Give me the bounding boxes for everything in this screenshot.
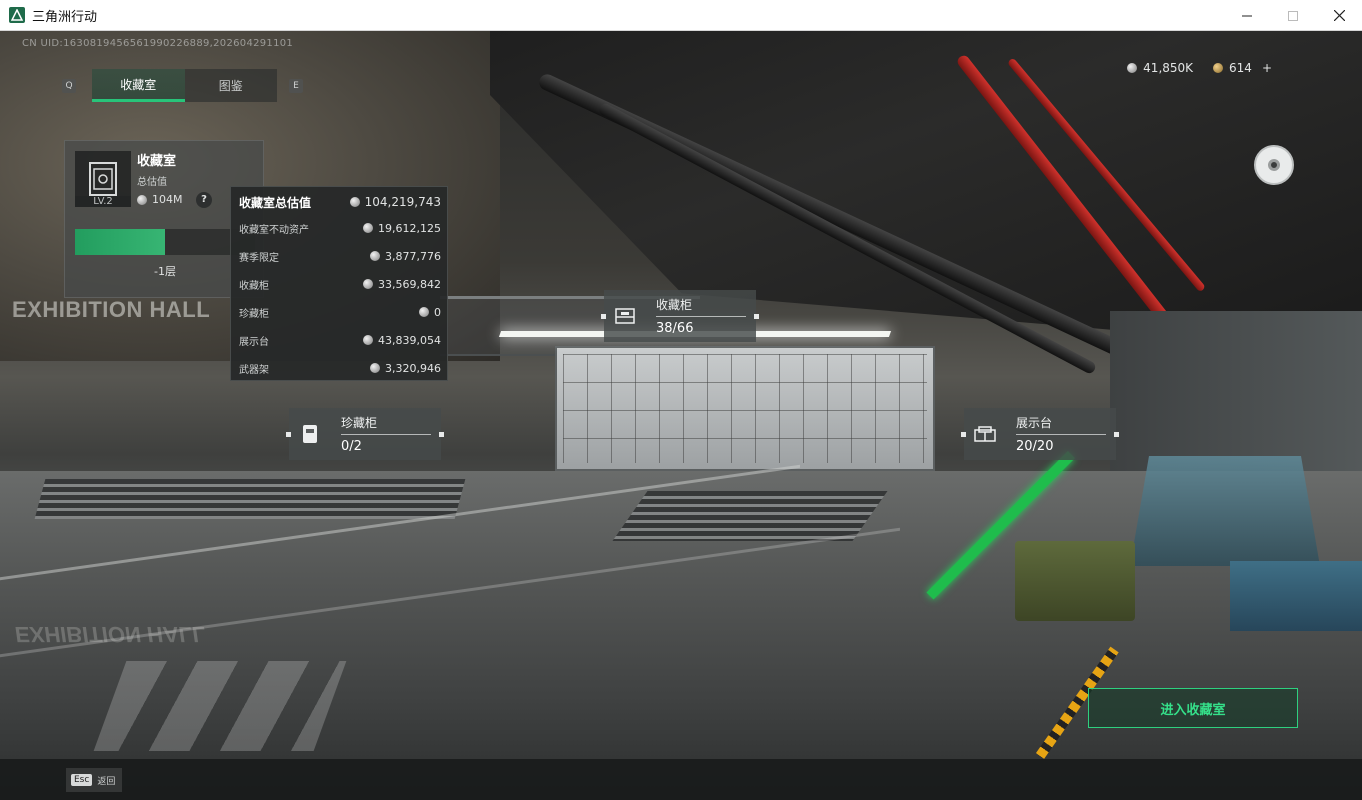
display-stand-icon (964, 408, 1006, 460)
vault-icon (89, 162, 117, 196)
breakdown-row: 收藏室不动资产 19,612,125 (231, 214, 449, 242)
floor-stairs (34, 479, 466, 519)
breakdown-row-label: 武器架 (239, 364, 269, 376)
back-label: 返回 (97, 776, 116, 787)
main-tabs: 收藏室 图鉴 (92, 69, 277, 102)
breakdown-row-label: 展示台 (239, 336, 269, 348)
minimize-icon (1242, 15, 1252, 16)
collection-title: 收藏室 (137, 154, 177, 169)
tag-anchor-dot (286, 432, 291, 437)
cabinet-tag[interactable]: 收藏柜 38/66 (601, 290, 759, 342)
breakdown-row-value: 43,839,054 (378, 333, 441, 347)
total-value-amount: 104M (152, 193, 183, 206)
disc-icon (1268, 159, 1280, 171)
breakdown-header: 收藏室总估值 104,219,743 (231, 188, 449, 216)
tag-count: 0/2 (341, 439, 362, 454)
maximize-icon (1288, 10, 1298, 21)
window-title: 三角洲行动 (32, 9, 98, 25)
prev-tab-key-hint[interactable]: Q (62, 79, 76, 93)
silver-coin-icon (137, 194, 147, 205)
add-currency-button[interactable]: + (1262, 61, 1272, 75)
total-value-label: 总估值 (137, 177, 167, 188)
breakdown-row-label: 收藏柜 (239, 280, 269, 292)
silver-amount: 41,850K (1143, 61, 1194, 75)
total-value: 104M (137, 193, 183, 206)
breakdown-row-value: 3,877,776 (385, 249, 441, 263)
bottom-bar (0, 759, 1362, 800)
tag-count: 38/66 (656, 321, 694, 336)
floor-stairs (612, 491, 888, 541)
app-logo-icon (9, 7, 25, 23)
player-uid: CN UID:1630819456561990226889,2026042911… (22, 38, 294, 49)
breakdown-header-label: 收藏室总估值 (239, 195, 312, 210)
breakdown-row: 赛季限定 3,877,776 (231, 242, 449, 270)
silver-coin-icon (349, 197, 360, 207)
treasure-cabinet-tag[interactable]: 珍藏柜 0/2 (286, 408, 444, 460)
close-button[interactable] (1316, 0, 1362, 31)
collection-level: LV.2 (75, 196, 131, 207)
enter-collection-room-button[interactable]: 进入收藏室 (1088, 688, 1298, 728)
cabinet-icon (604, 290, 646, 342)
breakdown-row: 展示台 43,839,054 (231, 326, 449, 354)
silver-coin-icon (1127, 63, 1138, 73)
breakdown-row-value: 0 (434, 305, 441, 319)
breakdown-row-value: 33,569,842 (378, 277, 441, 291)
exhibition-hall-sign: EXHIBITION HALL (12, 297, 211, 322)
ammo-crate (1015, 541, 1135, 621)
breakdown-header-value: 104,219,743 (364, 195, 441, 209)
tag-anchor-dot (439, 432, 444, 437)
tag-label: 珍藏柜 (341, 414, 431, 435)
next-tab-key-hint[interactable]: E (289, 79, 303, 93)
silver-coin-icon (363, 335, 374, 345)
silver-coin-icon (370, 363, 381, 373)
collection-wall (555, 346, 935, 471)
safe-icon (289, 408, 331, 460)
gold-coin-icon (1213, 63, 1224, 73)
tag-count: 20/20 (1016, 439, 1054, 454)
back-button[interactable]: Esc 返回 (66, 768, 122, 792)
minimize-button[interactable] (1224, 0, 1270, 31)
breakdown-row: 收藏柜 33,569,842 (231, 270, 449, 298)
silver-coin-icon (363, 279, 374, 289)
collection-progress-bar (75, 229, 255, 255)
tag-anchor-dot (754, 314, 759, 319)
weapon-case (1130, 456, 1320, 566)
breakdown-row: 珍藏柜 0 (231, 298, 449, 326)
tab-catalog[interactable]: 图鉴 (185, 69, 278, 102)
tag-anchor-dot (601, 314, 606, 319)
silver-coin-icon (363, 223, 374, 233)
progress-fill (75, 229, 165, 255)
silver-coin-icon (370, 251, 381, 261)
breakdown-row-label: 赛季限定 (239, 252, 279, 264)
floor-level-label: -1层 (154, 265, 176, 278)
maximize-button[interactable] (1270, 0, 1316, 31)
breakdown-row: 武器架 3,320,946 (231, 354, 449, 382)
close-icon (1333, 10, 1345, 21)
equipment-locker (1230, 561, 1362, 631)
tab-collection-room[interactable]: 收藏室 (92, 69, 185, 102)
value-breakdown-tooltip: 收藏室总估值 104,219,743 收藏室不动资产 19,612,125 赛季… (230, 186, 448, 381)
currency-display: 41,850K 614 + (1127, 61, 1272, 75)
display-stand-tag[interactable]: 展示台 20/20 (961, 408, 1119, 460)
light-reflection (93, 661, 347, 751)
help-icon[interactable]: ? (196, 192, 212, 208)
gold-amount: 614 (1229, 61, 1252, 75)
tag-anchor-dot (961, 432, 966, 437)
silver-coin-icon (419, 307, 429, 317)
tag-label: 展示台 (1016, 414, 1106, 435)
breakdown-row-label: 收藏室不动资产 (239, 224, 309, 236)
breakdown-row-label: 珍藏柜 (239, 308, 269, 320)
breakdown-row-value: 3,320,946 (385, 361, 441, 375)
tag-label: 收藏柜 (656, 296, 746, 317)
music-disc-button[interactable] (1254, 145, 1294, 185)
breakdown-row-value: 19,612,125 (378, 221, 441, 235)
sign-reflection: EXHIBITION HALL (13, 622, 208, 647)
tag-anchor-dot (1114, 432, 1119, 437)
esc-key-hint: Esc (71, 774, 93, 786)
window-titlebar: 三角洲行动 (0, 0, 1362, 31)
